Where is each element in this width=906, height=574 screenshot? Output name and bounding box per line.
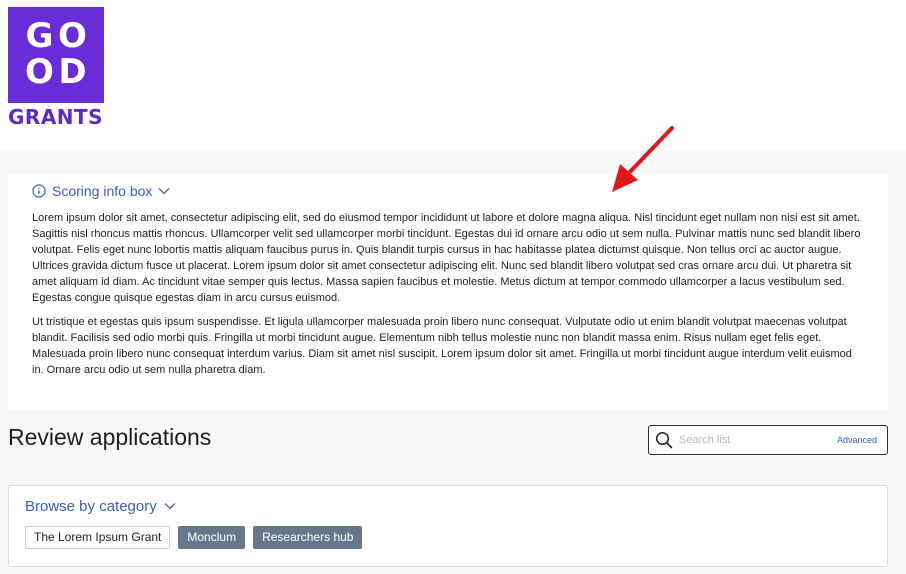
browse-panel: Browse by category The Lorem Ipsum Grant… [8, 485, 888, 567]
category-tag[interactable]: Researchers hub [253, 526, 363, 549]
info-paragraph: Lorem ipsum dolor sit amet, consectetur … [32, 212, 861, 304]
scoring-info-label: Scoring info box [52, 182, 153, 199]
chevron-down-icon [158, 187, 170, 194]
header: G O O D GRANTS [0, 0, 906, 151]
logo-mark: G O O D [8, 7, 104, 103]
browse-by-category-toggle[interactable]: Browse by category [25, 497, 871, 515]
logo-letter: G [25, 16, 54, 56]
search-icon [655, 431, 673, 449]
advanced-search-link[interactable]: Advanced [837, 435, 877, 445]
search-input[interactable] [679, 434, 837, 446]
category-tags: The Lorem Ipsum Grant Monclum Researcher… [25, 526, 871, 549]
scoring-info-panel: Scoring info box Lorem ipsum dolor sit a… [8, 175, 888, 409]
logo-wordmark: GRANTS [8, 105, 104, 129]
logo-letter: D [58, 52, 87, 92]
browse-label: Browse by category [25, 497, 157, 515]
logo-letter: O [58, 16, 87, 56]
chevron-down-icon [164, 503, 176, 510]
search-box[interactable]: Advanced [648, 425, 888, 455]
page-title: Review applications [8, 424, 212, 450]
info-paragraph: Ut tristique et egestas quis ipsum suspe… [32, 316, 852, 376]
info-icon [32, 183, 46, 198]
category-tag[interactable]: The Lorem Ipsum Grant [25, 526, 171, 549]
good-grants-logo[interactable]: G O O D GRANTS [8, 7, 105, 127]
red-arrow-icon [612, 126, 674, 192]
category-tag[interactable]: Monclum [178, 526, 246, 549]
logo-letter: O [25, 52, 54, 92]
scoring-info-toggle[interactable]: Scoring info box [32, 182, 866, 199]
